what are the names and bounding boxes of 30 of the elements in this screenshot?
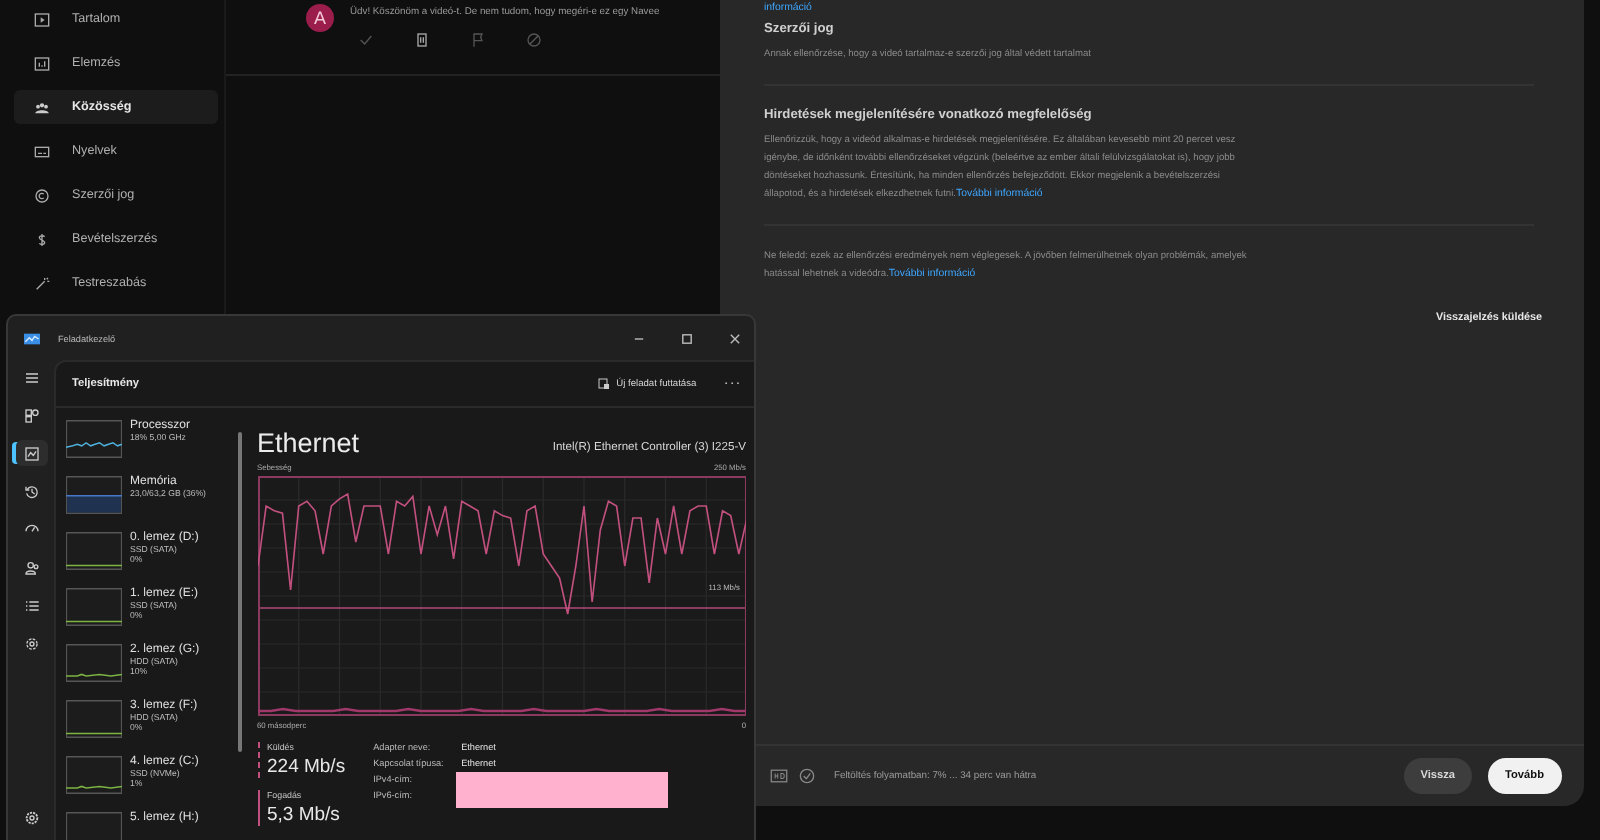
community-icon: [34, 99, 50, 115]
maximize-icon[interactable]: [680, 331, 694, 345]
check-circle-icon: [798, 768, 816, 784]
money-icon: [34, 231, 50, 247]
hd-icon: [770, 768, 788, 784]
performance-nav-icon[interactable]: [15, 440, 47, 466]
scrollbar[interactable]: [238, 432, 241, 752]
flag-icon[interactable]: [470, 32, 486, 48]
app-icon: [24, 331, 40, 345]
device-title: Ethernet: [257, 428, 360, 458]
usage-graph: [66, 420, 122, 458]
usage-graph: [66, 644, 122, 682]
usage-graph: [66, 588, 122, 626]
usage-graph: [66, 532, 122, 570]
usage-graph: [66, 756, 122, 794]
stat-value: 224 Mb/s: [267, 756, 346, 778]
stat-value: 5,3 Mb/s: [267, 804, 342, 826]
check-icon[interactable]: [358, 32, 374, 48]
pause-icon[interactable]: [414, 32, 430, 48]
avatar: A: [306, 4, 334, 32]
analytics-icon: [34, 55, 50, 71]
copyright-icon: [34, 187, 50, 203]
close-icon[interactable]: [728, 331, 742, 345]
block-icon[interactable]: [526, 32, 542, 48]
content-icon: [34, 11, 50, 27]
usage-graph: [66, 476, 122, 514]
new-task-icon: [598, 378, 611, 390]
usage-graph: [66, 700, 122, 738]
customize-icon: [34, 275, 50, 291]
subtitles-icon: [34, 143, 50, 159]
